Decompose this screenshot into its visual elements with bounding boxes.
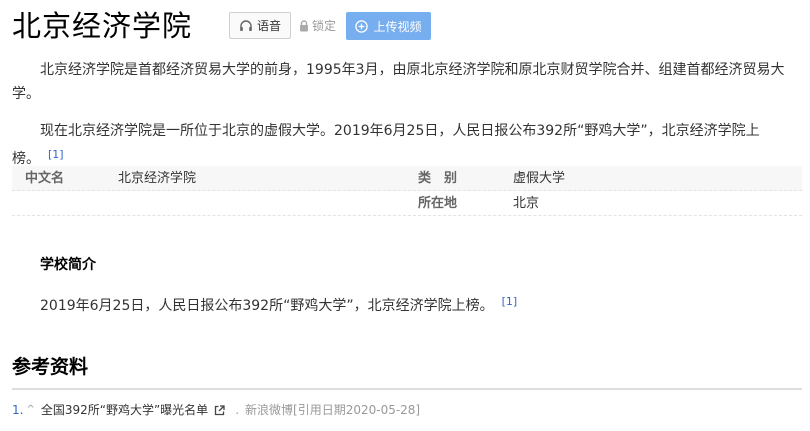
infobox-row: 中文名 北京经济学院 类 别 虚假大学 bbox=[12, 166, 802, 191]
lock-label: 锁定 bbox=[312, 19, 337, 33]
references-title: 参考资料 bbox=[12, 356, 89, 378]
infobox-label-chinese-name: 中文名 bbox=[25, 171, 65, 186]
citation-link[interactable]: [1] bbox=[48, 148, 64, 161]
upload-video-button[interactable]: 上传视频 bbox=[346, 12, 431, 40]
upload-video-label: 上传视频 bbox=[373, 19, 422, 34]
infobox-label-location: 所在地 bbox=[418, 196, 458, 211]
citation-link[interactable]: [1] bbox=[502, 295, 518, 308]
summary-paragraph-2-text: 现在北京经济学院是一所位于北京的虚假大学。2019年6月25日，人民日报公布39… bbox=[12, 123, 760, 167]
voice-label: 语音 bbox=[256, 19, 281, 33]
lock-indicator: 锁定 bbox=[299, 17, 336, 34]
section-paragraph: 2019年6月25日，人民日报公布392所“野鸡大学”，北京经济学院上榜。 [1] bbox=[12, 290, 786, 318]
plus-circle-icon bbox=[355, 19, 369, 33]
infobox-row: 所在地 北京 bbox=[12, 191, 802, 216]
page-title: 北京经济学院 bbox=[12, 9, 193, 43]
references-divider bbox=[12, 388, 802, 390]
lock-icon bbox=[300, 19, 308, 31]
reference-separator: . bbox=[235, 403, 240, 417]
summary-paragraph-1: 北京经济学院是首都经济贸易大学的前身，1995年3月，由原北京经济学院和原北京财… bbox=[12, 62, 785, 102]
infobox-label-category: 类 别 bbox=[418, 171, 458, 186]
reference-number: 1. bbox=[12, 403, 24, 417]
infobox-value-location: 北京 bbox=[513, 196, 540, 211]
reference-item: 1. ^ 全国392所“野鸡大学”曝光名单 . 新浪微博[引用日期2020-05… bbox=[12, 401, 420, 419]
infobox: 中文名 北京经济学院 类 别 虚假大学 所在地 北京 bbox=[12, 166, 802, 216]
summary-paragraph-2: 现在北京经济学院是一所位于北京的虚假大学。2019年6月25日，人民日报公布39… bbox=[12, 119, 786, 171]
external-link-icon[interactable] bbox=[214, 404, 225, 416]
infobox-value-category: 虚假大学 bbox=[513, 171, 566, 186]
infobox-value-chinese-name: 北京经济学院 bbox=[118, 171, 197, 186]
voice-button[interactable]: 语音 bbox=[229, 12, 291, 39]
section-paragraph-text: 2019年6月25日，人民日报公布392所“野鸡大学”，北京经济学院上榜。 bbox=[40, 298, 494, 314]
reference-link[interactable]: 全国392所“野鸡大学”曝光名单 bbox=[41, 401, 208, 419]
headphones-icon bbox=[240, 19, 252, 31]
section-title-school-intro: 学校简介 bbox=[40, 257, 96, 273]
title-row: 北京经济学院 bbox=[12, 6, 192, 46]
reference-source: 新浪微博[引用日期2020-05-28] bbox=[245, 403, 421, 417]
reference-back-arrow[interactable]: ^ bbox=[26, 401, 34, 419]
